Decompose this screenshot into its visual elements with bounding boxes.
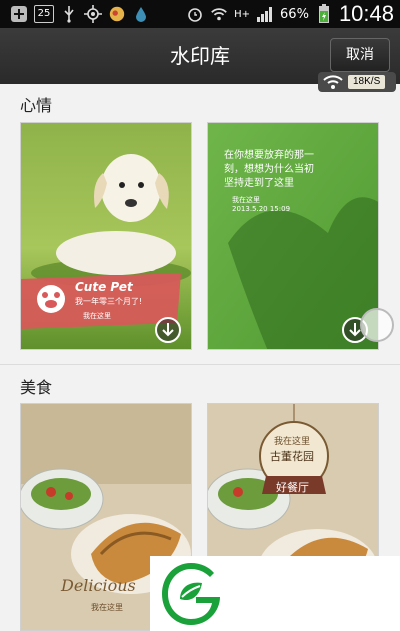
alarm-icon xyxy=(186,5,204,23)
battery-icon xyxy=(315,4,333,23)
delicious-heading: Delicious xyxy=(61,576,136,595)
add-icon xyxy=(10,5,28,23)
section-title-mood: 心情 xyxy=(20,96,53,115)
pet-location: 我在这里 xyxy=(83,312,111,320)
network-speed: 18K/S xyxy=(348,75,386,89)
wifi-icon xyxy=(210,5,228,23)
download-button[interactable] xyxy=(155,317,181,343)
watermark-list[interactable]: 心情 Cute Pet 我一年零三个月了! 我在这里 在你想要放弃的那一 刻，想… xyxy=(0,84,400,631)
brand-logo-icon xyxy=(162,563,220,625)
calendar-icon: 25 xyxy=(34,5,54,23)
watermark-card-cute-pet[interactable]: Cute Pet 我一年零三个月了! 我在这里 xyxy=(20,122,192,350)
section-divider xyxy=(0,364,400,365)
pet-heading: Cute Pet xyxy=(75,280,133,294)
restaurant-banner: 好餐厅 xyxy=(276,481,309,494)
gps-icon xyxy=(84,5,102,23)
battery-percent: 66% xyxy=(280,6,309,22)
watermark-card-grass-quote[interactable]: 在你想要放弃的那一 刻，想想为什么当初 坚持走到了这里 我在这里 2013.5.… xyxy=(207,122,379,350)
network-speed-badge: 18K/S xyxy=(318,72,396,92)
signal-icon xyxy=(256,5,274,23)
delicious-location: 我在这里 xyxy=(91,603,123,612)
clock: 10:48 xyxy=(338,1,394,26)
download-icon xyxy=(162,323,174,337)
scroll-handle[interactable] xyxy=(360,308,394,342)
drop-icon xyxy=(132,5,150,23)
status-bar: 25 H+ 66% 10:48 xyxy=(0,0,400,28)
cancel-button[interactable]: 取消 xyxy=(330,38,390,72)
quote-date: 2013.5.20 15:09 xyxy=(232,205,291,213)
wifi-icon xyxy=(322,74,344,90)
quote-line-3: 坚持走到了这里 xyxy=(224,178,294,189)
brand-logo-box xyxy=(150,556,400,631)
restaurant-name: 古董花园 xyxy=(270,450,314,463)
section-title-food: 美食 xyxy=(20,378,53,397)
app-notification-icon xyxy=(108,5,126,23)
quote-line-2: 刻，想想为什么当初 xyxy=(224,164,314,175)
quote-line-1: 在你想要放弃的那一 xyxy=(224,150,314,161)
usb-icon xyxy=(60,5,78,23)
network-type: H+ xyxy=(234,8,251,20)
quote-location: 我在这里 xyxy=(232,196,260,204)
restaurant-line-1: 我在这里 xyxy=(274,437,311,447)
pet-subtitle: 我一年零三个月了! xyxy=(75,297,143,306)
